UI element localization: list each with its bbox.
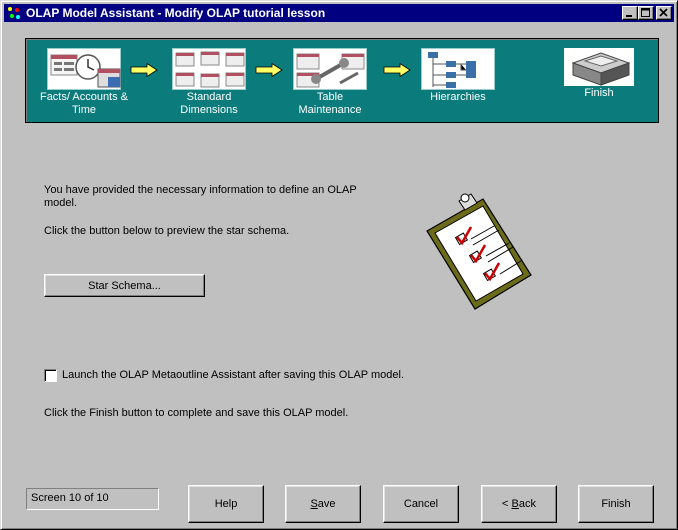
step-label-line2: Time (71, 104, 97, 116)
cancel-button[interactable]: Cancel (383, 485, 459, 523)
cancel-button-label: Cancel (403, 498, 439, 510)
finish-icon (564, 48, 634, 86)
minimize-button[interactable] (622, 6, 638, 20)
finish-button[interactable]: Finish (578, 485, 654, 523)
star-schema-button-label: Star Schema... (88, 279, 161, 292)
step-standard-dimensions[interactable]: Standard Dimensions (159, 48, 259, 116)
app-icon[interactable] (6, 5, 22, 21)
table-maintenance-icon (293, 48, 367, 90)
close-button[interactable] (656, 6, 672, 20)
olap-model-assistant-window: OLAP Model Assistant - Modify OLAP tutor… (0, 0, 678, 530)
window-controls (622, 6, 672, 20)
step-label-line1: Table (316, 91, 344, 103)
finish-instruction: Click the Finish button to complete and … (44, 407, 349, 419)
step-finish[interactable]: Finish (549, 48, 649, 99)
maximize-button[interactable] (638, 6, 654, 20)
screen-counter: Screen 10 of 10 (26, 488, 159, 510)
step-facts-accounts-time[interactable]: Facts/ Accounts & Time (34, 48, 134, 116)
step-label-line1: Standard (186, 91, 232, 103)
arrow-right-icon (130, 63, 158, 77)
help-button[interactable]: Help (188, 485, 264, 523)
preview-instruction: Click the button below to preview the st… (44, 225, 290, 237)
back-button[interactable]: < Back (481, 485, 557, 523)
steps-banner: Facts/ Accounts & Time Standard Dimensio… (25, 38, 659, 123)
info-text-line1: You have provided the necessary informat… (44, 184, 357, 196)
maximize-icon (641, 8, 650, 17)
step-label-line1: Finish (584, 87, 614, 99)
step-label-line2: Dimensions (180, 104, 238, 116)
standard-dimensions-icon (172, 48, 246, 90)
close-icon (659, 8, 668, 17)
minimize-icon (626, 15, 632, 17)
launch-metaoutline-label[interactable]: Launch the OLAP Metaoutline Assistant af… (62, 369, 404, 382)
info-text-line2: model. (44, 197, 78, 209)
hierarchies-icon (421, 48, 495, 90)
facts-accounts-time-icon (47, 48, 121, 90)
title-bar[interactable]: OLAP Model Assistant - Modify OLAP tutor… (4, 4, 674, 22)
save-button-label: Save (310, 498, 336, 510)
clipboard-checklist-icon (426, 193, 532, 310)
help-button-label: Help (214, 498, 238, 510)
arrow-right-icon (255, 63, 283, 77)
finish-button-label: Finish (601, 498, 631, 510)
step-label-line1: Hierarchies (430, 91, 486, 103)
step-table-maintenance[interactable]: Table Maintenance (280, 48, 380, 116)
back-button-label: < Back (502, 498, 536, 510)
arrow-right-icon (383, 63, 411, 77)
window-title: OLAP Model Assistant - Modify OLAP tutor… (26, 6, 326, 20)
step-hierarchies[interactable]: Hierarchies (408, 48, 508, 103)
step-label-line2: Maintenance (298, 104, 362, 116)
launch-metaoutline-checkbox[interactable] (44, 369, 57, 382)
star-schema-button[interactable]: Star Schema... (44, 274, 205, 297)
step-label-line1: Facts/ Accounts & (39, 91, 129, 103)
screen-counter-text: Screen 10 of 10 (31, 492, 109, 504)
save-button[interactable]: Save (285, 485, 361, 523)
